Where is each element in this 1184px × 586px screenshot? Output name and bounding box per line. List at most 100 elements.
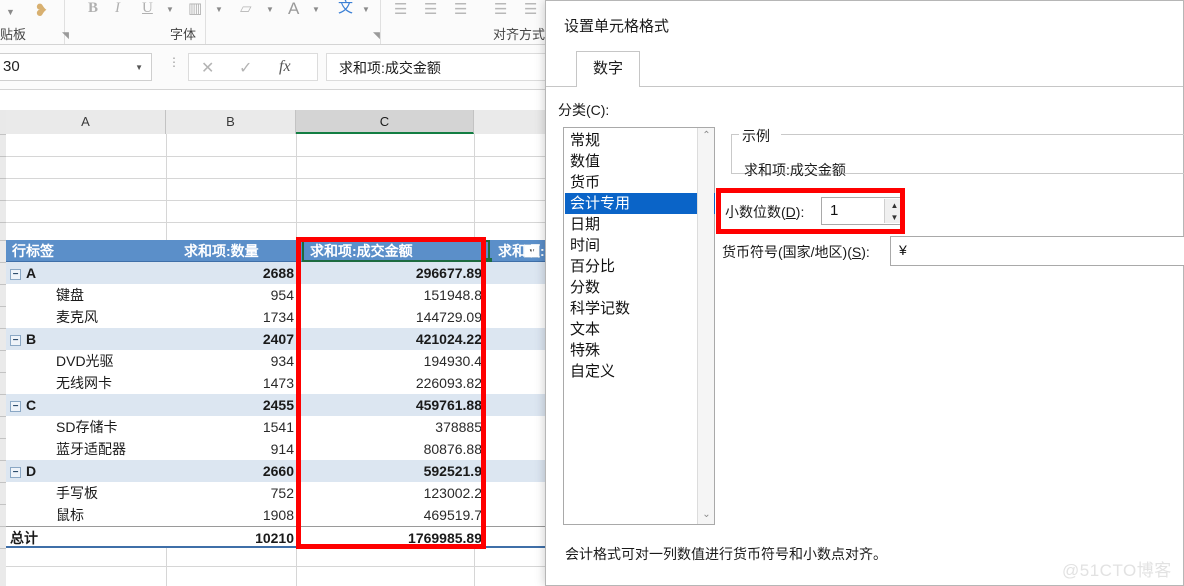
column-header-c[interactable]: C [296, 110, 474, 134]
font-dialog-launcher-icon[interactable]: ◥ [373, 30, 380, 41]
pivot-cell-qty[interactable]: 1908 [176, 504, 302, 526]
dialog-tab-strip: 数字 [546, 47, 1183, 87]
align-center-icon[interactable]: ☰ [424, 2, 437, 17]
pivot-cell-qty[interactable]: 2660 [176, 460, 302, 482]
pivot-cell-qty[interactable]: 2407 [176, 328, 302, 350]
bold-icon[interactable]: B [88, 1, 98, 16]
dialog-title: 设置单元格格式 [564, 18, 670, 35]
pivot-row-label: 键盘 [6, 284, 176, 306]
align-right-icon[interactable]: ☰ [454, 2, 467, 17]
clipboard-dialog-launcher-icon[interactable]: ◥ [62, 30, 69, 41]
pivot-cell-qty[interactable]: 914 [176, 438, 302, 460]
chevron-down-icon[interactable]: ▼ [266, 6, 274, 14]
category-item-currency[interactable]: 货币 [565, 172, 697, 193]
collapse-icon[interactable]: − [10, 466, 21, 478]
listbox-scrollbar[interactable]: ⌃ ⌄ [697, 128, 714, 524]
dialog-title-bar: 设置单元格格式 [546, 1, 1183, 47]
confirm-icon[interactable]: ✓ [239, 58, 252, 78]
category-item-percentage[interactable]: 百分比 [565, 256, 697, 277]
name-box-value: 30 [3, 58, 20, 75]
chevron-down-icon[interactable]: ▼ [6, 8, 15, 17]
collapse-icon[interactable]: − [10, 400, 21, 412]
phonetic-guide-icon[interactable]: 文 [338, 0, 353, 15]
name-box[interactable]: 30 ▼ [0, 53, 152, 81]
pivot-row-label: − A [6, 262, 176, 284]
category-item-accounting[interactable]: 会计专用 [565, 193, 715, 214]
pivot-row-label: 蓝牙适配器 [6, 438, 176, 460]
collapse-icon[interactable]: − [10, 268, 21, 280]
currency-label-pre: 货币符号(国家/地区)( [722, 244, 852, 260]
sample-value: 求和项:成交金额 [744, 162, 846, 178]
category-item-custom[interactable]: 自定义 [565, 361, 697, 382]
pivot-cell-qty[interactable]: 934 [176, 350, 302, 372]
category-item-time[interactable]: 时间 [565, 235, 697, 256]
currency-symbol-value: ¥ [899, 242, 907, 258]
font-color-icon[interactable]: A [288, 0, 299, 17]
category-item-general[interactable]: 常规 [565, 130, 697, 151]
row-label-text: 无线网卡 [56, 375, 112, 391]
pivot-header-row-labels[interactable]: 行标签 [6, 240, 176, 261]
category-label: 分类(C): [558, 102, 610, 118]
chevron-down-icon[interactable]: ▼ [166, 6, 174, 14]
indent-decrease-icon[interactable]: ☰ [494, 2, 507, 17]
grand-total-label: 总计 [10, 530, 38, 546]
category-listbox[interactable]: 常规 数值 货币 会计专用 日期 时间 百分比 分数 科学记数 文本 特殊 自定… [563, 127, 715, 525]
scroll-up-icon[interactable]: ⌃ [698, 128, 715, 145]
border-icon[interactable]: ▥ [188, 1, 202, 16]
chevron-down-icon[interactable]: ▼ [215, 6, 223, 14]
currency-symbol-label: 货币符号(国家/地区)(S): [722, 242, 870, 262]
ribbon-group-clipboard-label: 贴板 [0, 27, 27, 42]
currency-label-post: ): [861, 244, 870, 260]
italic-icon[interactable]: I [115, 1, 120, 16]
column-header-a[interactable]: A [6, 110, 166, 134]
fill-color-icon[interactable]: ▱ [240, 1, 252, 16]
chevron-down-icon[interactable]: ▼ [135, 63, 143, 72]
pivot-cell-qty[interactable]: 1734 [176, 306, 302, 328]
pivot-row-label: 麦克风 [6, 306, 176, 328]
insert-function-icon[interactable]: fx [279, 58, 291, 76]
category-item-fraction[interactable]: 分数 [565, 277, 697, 298]
sample-group-caption: 示例 [739, 126, 773, 146]
pivot-cell-qty[interactable]: 1541 [176, 416, 302, 438]
pivot-cell-qty[interactable]: 2455 [176, 394, 302, 416]
pivot-cell-qty[interactable]: 752 [176, 482, 302, 504]
ribbon-group-font-label: 字体 [170, 27, 197, 42]
column-header-b[interactable]: B [166, 110, 296, 134]
row-label-text: A [26, 265, 37, 281]
pivot-row-label: 鼠标 [6, 504, 176, 526]
align-left-icon[interactable]: ☰ [394, 2, 407, 17]
dialog-footer-note: 会计格式可对一列数值进行货币符号和小数点对齐。 [565, 546, 887, 562]
chevron-down-icon[interactable]: ▼ [362, 6, 370, 14]
indent-increase-icon[interactable]: ☰ [524, 2, 537, 17]
category-item-scientific[interactable]: 科学记数 [565, 298, 697, 319]
pivot-row-label: 手写板 [6, 482, 176, 504]
pivot-cell-qty[interactable]: 2688 [176, 262, 302, 284]
collapse-icon[interactable]: − [10, 334, 21, 346]
tab-number[interactable]: 数字 [576, 51, 640, 87]
pivot-row-label: − D [6, 460, 176, 482]
category-item-number[interactable]: 数值 [565, 151, 697, 172]
underline-icon[interactable]: U [142, 1, 153, 16]
row-label-text: 键盘 [56, 287, 84, 303]
pivot-header-extra[interactable]: 求和项: [490, 240, 546, 261]
formula-bar-grip[interactable]: ⋮ [168, 56, 180, 68]
tab-active-mask [577, 86, 639, 88]
category-item-date[interactable]: 日期 [565, 214, 697, 235]
pivot-cell-qty[interactable]: 1473 [176, 372, 302, 394]
pivot-row-label: SD存储卡 [6, 416, 176, 438]
category-item-special[interactable]: 特殊 [565, 340, 697, 361]
category-item-text[interactable]: 文本 [565, 319, 697, 340]
grand-total-qty[interactable]: 10210 [176, 527, 302, 546]
pivot-header-qty[interactable]: 求和项:数量 [176, 240, 302, 261]
highlight-box-decimal-places [716, 188, 905, 234]
currency-symbol-select[interactable]: ¥ [890, 236, 1184, 266]
scroll-down-icon[interactable]: ⌄ [698, 507, 715, 524]
pivot-cell-qty[interactable]: 954 [176, 284, 302, 306]
watermark: @51CTO博客 [1062, 561, 1172, 580]
tab-underline [546, 86, 1183, 87]
chevron-down-icon[interactable]: ▼ [312, 6, 320, 14]
row-label-text: 手写板 [56, 485, 98, 501]
cancel-icon[interactable]: ✕ [201, 58, 214, 78]
paintbrush-icon[interactable]: ❥ [34, 2, 48, 19]
highlight-box-amount-column [296, 237, 486, 549]
